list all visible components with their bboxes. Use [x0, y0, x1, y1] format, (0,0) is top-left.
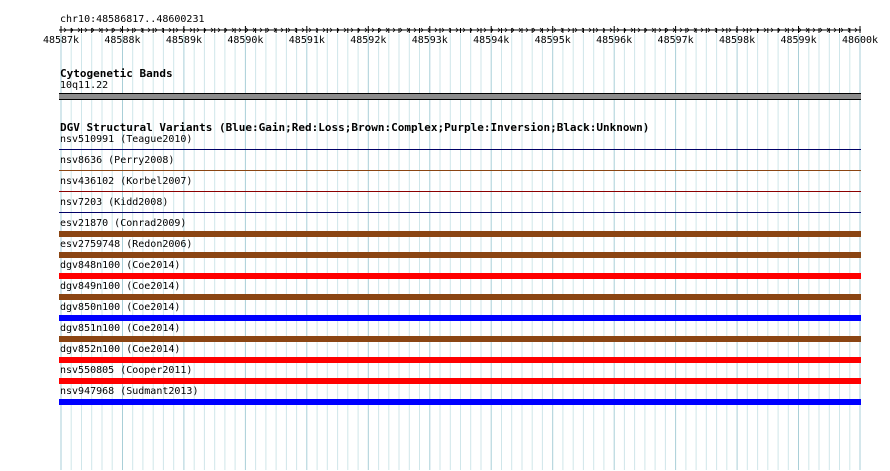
variant-label[interactable]: nsv550805 (Cooper2011): [60, 365, 192, 377]
variant-feature[interactable]: [59, 231, 861, 237]
locus-label: chr10:48586817..48600231: [60, 14, 205, 25]
ruler-tick-label: 48597k: [657, 35, 694, 46]
variant-label[interactable]: dgv851n100 (Coe2014): [60, 323, 180, 335]
variant-label[interactable]: dgv849n100 (Coe2014): [60, 281, 180, 293]
ruler-tick-label: 48600k: [841, 35, 879, 46]
variant-label[interactable]: nsv7203 (Kidd2008): [60, 197, 168, 209]
cytoband-track-title: Cytogenetic Bands: [60, 67, 173, 80]
variant-label[interactable]: dgv850n100 (Coe2014): [60, 302, 180, 314]
ruler-tick-label: 48598k: [719, 35, 756, 46]
ruler-tick-label: 48587k: [42, 35, 80, 46]
variant-label[interactable]: esv21870 (Conrad2009): [60, 218, 186, 230]
ruler-tick-label: 48594k: [473, 35, 510, 46]
variant-label[interactable]: nsv947968 (Sudmant2013): [60, 386, 198, 398]
variant-feature[interactable]: [59, 399, 861, 405]
variant-feature[interactable]: [59, 336, 861, 342]
ruler-tick-label: 48599k: [780, 35, 817, 46]
variant-feature[interactable]: [59, 212, 861, 213]
ruler-tick-label: 48589k: [165, 35, 202, 46]
variant-feature[interactable]: [59, 378, 861, 384]
dgv-track-title: DGV Structural Variants (Blue:Gain;Red:L…: [60, 121, 650, 134]
ruler-tick-label: 48590k: [227, 35, 264, 46]
variant-feature[interactable]: [59, 170, 861, 171]
variant-label[interactable]: esv2759748 (Redon2006): [60, 239, 192, 251]
variant-feature[interactable]: [59, 252, 861, 258]
variant-label[interactable]: dgv852n100 (Coe2014): [60, 344, 180, 356]
variant-feature[interactable]: [59, 149, 861, 150]
cytoband-bar[interactable]: [59, 93, 861, 100]
ruler-tick-label: 48595k: [534, 35, 571, 46]
ruler-tick-label: 48596k: [596, 35, 633, 46]
cytoband-label[interactable]: 10q11.22: [60, 80, 108, 92]
variant-feature[interactable]: [59, 294, 861, 300]
ruler-tick-label: 48592k: [350, 35, 387, 46]
ruler-tick-label: 48591k: [288, 35, 325, 46]
variant-feature[interactable]: [59, 357, 861, 363]
ruler-tick-label: 48593k: [411, 35, 448, 46]
ruler-tick-label: 48588k: [104, 35, 141, 46]
variant-feature[interactable]: [59, 191, 861, 192]
variant-feature[interactable]: [59, 315, 861, 321]
variant-label[interactable]: nsv436102 (Korbel2007): [60, 176, 192, 188]
variant-label[interactable]: nsv8636 (Perry2008): [60, 155, 174, 167]
variant-label[interactable]: nsv510991 (Teague2010): [60, 134, 192, 146]
variant-feature[interactable]: [59, 273, 861, 279]
variant-label[interactable]: dgv848n100 (Coe2014): [60, 260, 180, 272]
